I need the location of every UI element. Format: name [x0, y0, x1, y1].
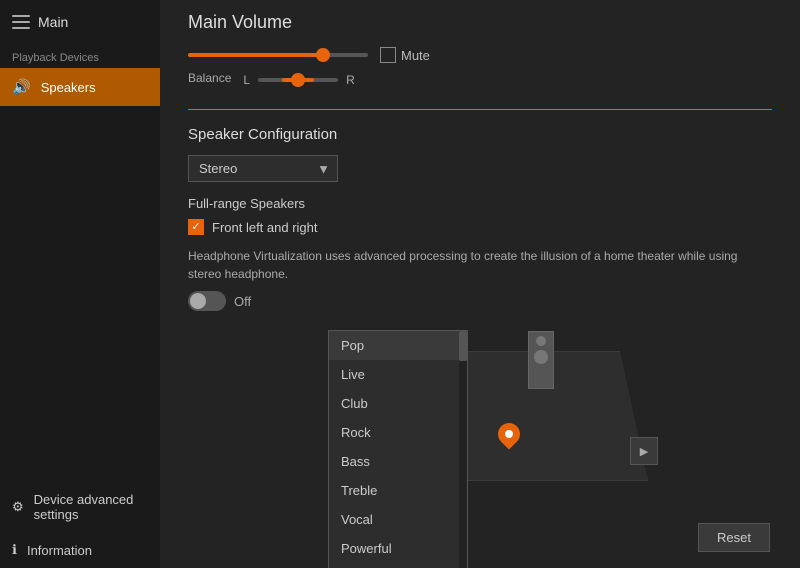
speaker-config-dropdown[interactable]: Stereo Quadraphonic 5.1 Surround 7.1 Sur… — [188, 155, 338, 182]
reset-button[interactable]: Reset — [698, 523, 770, 552]
mute-wrapper: Mute — [380, 47, 430, 63]
page-title: Main Volume — [188, 12, 772, 33]
eq-option-dance[interactable]: Dance — [329, 563, 467, 568]
sidebar-device-advanced[interactable]: ⚙ Device advanced settings — [0, 482, 160, 532]
speaker-config-title: Speaker Configuration — [188, 126, 772, 143]
right-speaker-box — [528, 331, 554, 389]
sidebar-item-speakers[interactable]: 🔊 Speakers — [0, 68, 160, 106]
toggle-state-label: Off — [234, 294, 251, 309]
right-speaker-dot — [536, 336, 546, 346]
balance-label: Balance — [188, 71, 231, 85]
divider — [188, 109, 772, 110]
eq-dropdown-scrollbar[interactable] — [459, 331, 467, 568]
mute-label: Mute — [401, 48, 430, 63]
speaker-config-dropdown-wrapper: Stereo Quadraphonic 5.1 Surround 7.1 Sur… — [188, 155, 338, 182]
mute-checkbox[interactable] — [380, 47, 396, 63]
information-label: Information — [27, 543, 92, 558]
balance-l-label: L — [243, 73, 250, 87]
eq-option-bass[interactable]: Bass — [329, 447, 467, 476]
virt-description: Headphone Virtualization uses advanced p… — [188, 247, 768, 283]
menu-icon[interactable] — [12, 15, 30, 29]
eq-option-pop[interactable]: Pop — [329, 331, 467, 360]
sidebar-speakers-label: Speakers — [41, 80, 96, 95]
eq-scrollbar-thumb — [459, 331, 467, 361]
gear-icon: ⚙ — [12, 499, 24, 515]
fullrange-checkbox-row: Front left and right — [188, 219, 772, 235]
main-content: Main Volume Mute Balance L R Speaker Con… — [160, 0, 800, 568]
balance-slider-track[interactable] — [258, 78, 338, 82]
play-button[interactable]: ▶ — [630, 437, 658, 465]
balance-section: Balance L R — [188, 71, 772, 89]
sidebar-header: Main — [0, 0, 160, 44]
balance-slider-thumb[interactable] — [291, 73, 305, 87]
sidebar-section-playback: Playback Devices — [0, 44, 160, 68]
volume-row: Mute — [188, 47, 772, 63]
eq-option-club[interactable]: Club — [329, 389, 467, 418]
info-icon: ℹ — [12, 542, 17, 558]
fullrange-title: Full-range Speakers — [188, 196, 772, 211]
speaker-icon: 🔊 — [12, 78, 31, 96]
eq-option-rock[interactable]: Rock — [329, 418, 467, 447]
pin-inner — [505, 430, 513, 438]
play-icon: ▶ — [640, 445, 648, 458]
device-advanced-label: Device advanced settings — [34, 492, 148, 522]
toggle-row: Off — [188, 291, 772, 311]
volume-slider-track[interactable] — [188, 53, 368, 57]
eq-option-vocal[interactable]: Vocal — [329, 505, 467, 534]
sidebar-footer: ⚙ Device advanced settings ℹ Information — [0, 482, 160, 568]
fullrange-checkbox-label: Front left and right — [212, 220, 318, 235]
toggle-knob — [190, 293, 206, 309]
sidebar-main-label: Main — [38, 14, 68, 30]
virt-toggle[interactable] — [188, 291, 226, 311]
eq-option-treble[interactable]: Treble — [329, 476, 467, 505]
eq-option-live[interactable]: Live — [329, 360, 467, 389]
sidebar: Main Playback Devices 🔊 Speakers ⚙ Devic… — [0, 0, 160, 568]
volume-slider-thumb[interactable] — [316, 48, 330, 62]
equalizer-dropdown-menu[interactable]: Pop Live Club Rock Bass Treble Vocal Pow… — [328, 330, 468, 568]
right-speaker-dot2 — [534, 350, 548, 364]
volume-slider-fill — [188, 53, 323, 57]
location-pin — [498, 423, 520, 445]
eq-option-powerful[interactable]: Powerful — [329, 534, 467, 563]
balance-r-label: R — [346, 73, 355, 87]
fullrange-checkbox[interactable] — [188, 219, 204, 235]
sidebar-information[interactable]: ℹ Information — [0, 532, 160, 568]
